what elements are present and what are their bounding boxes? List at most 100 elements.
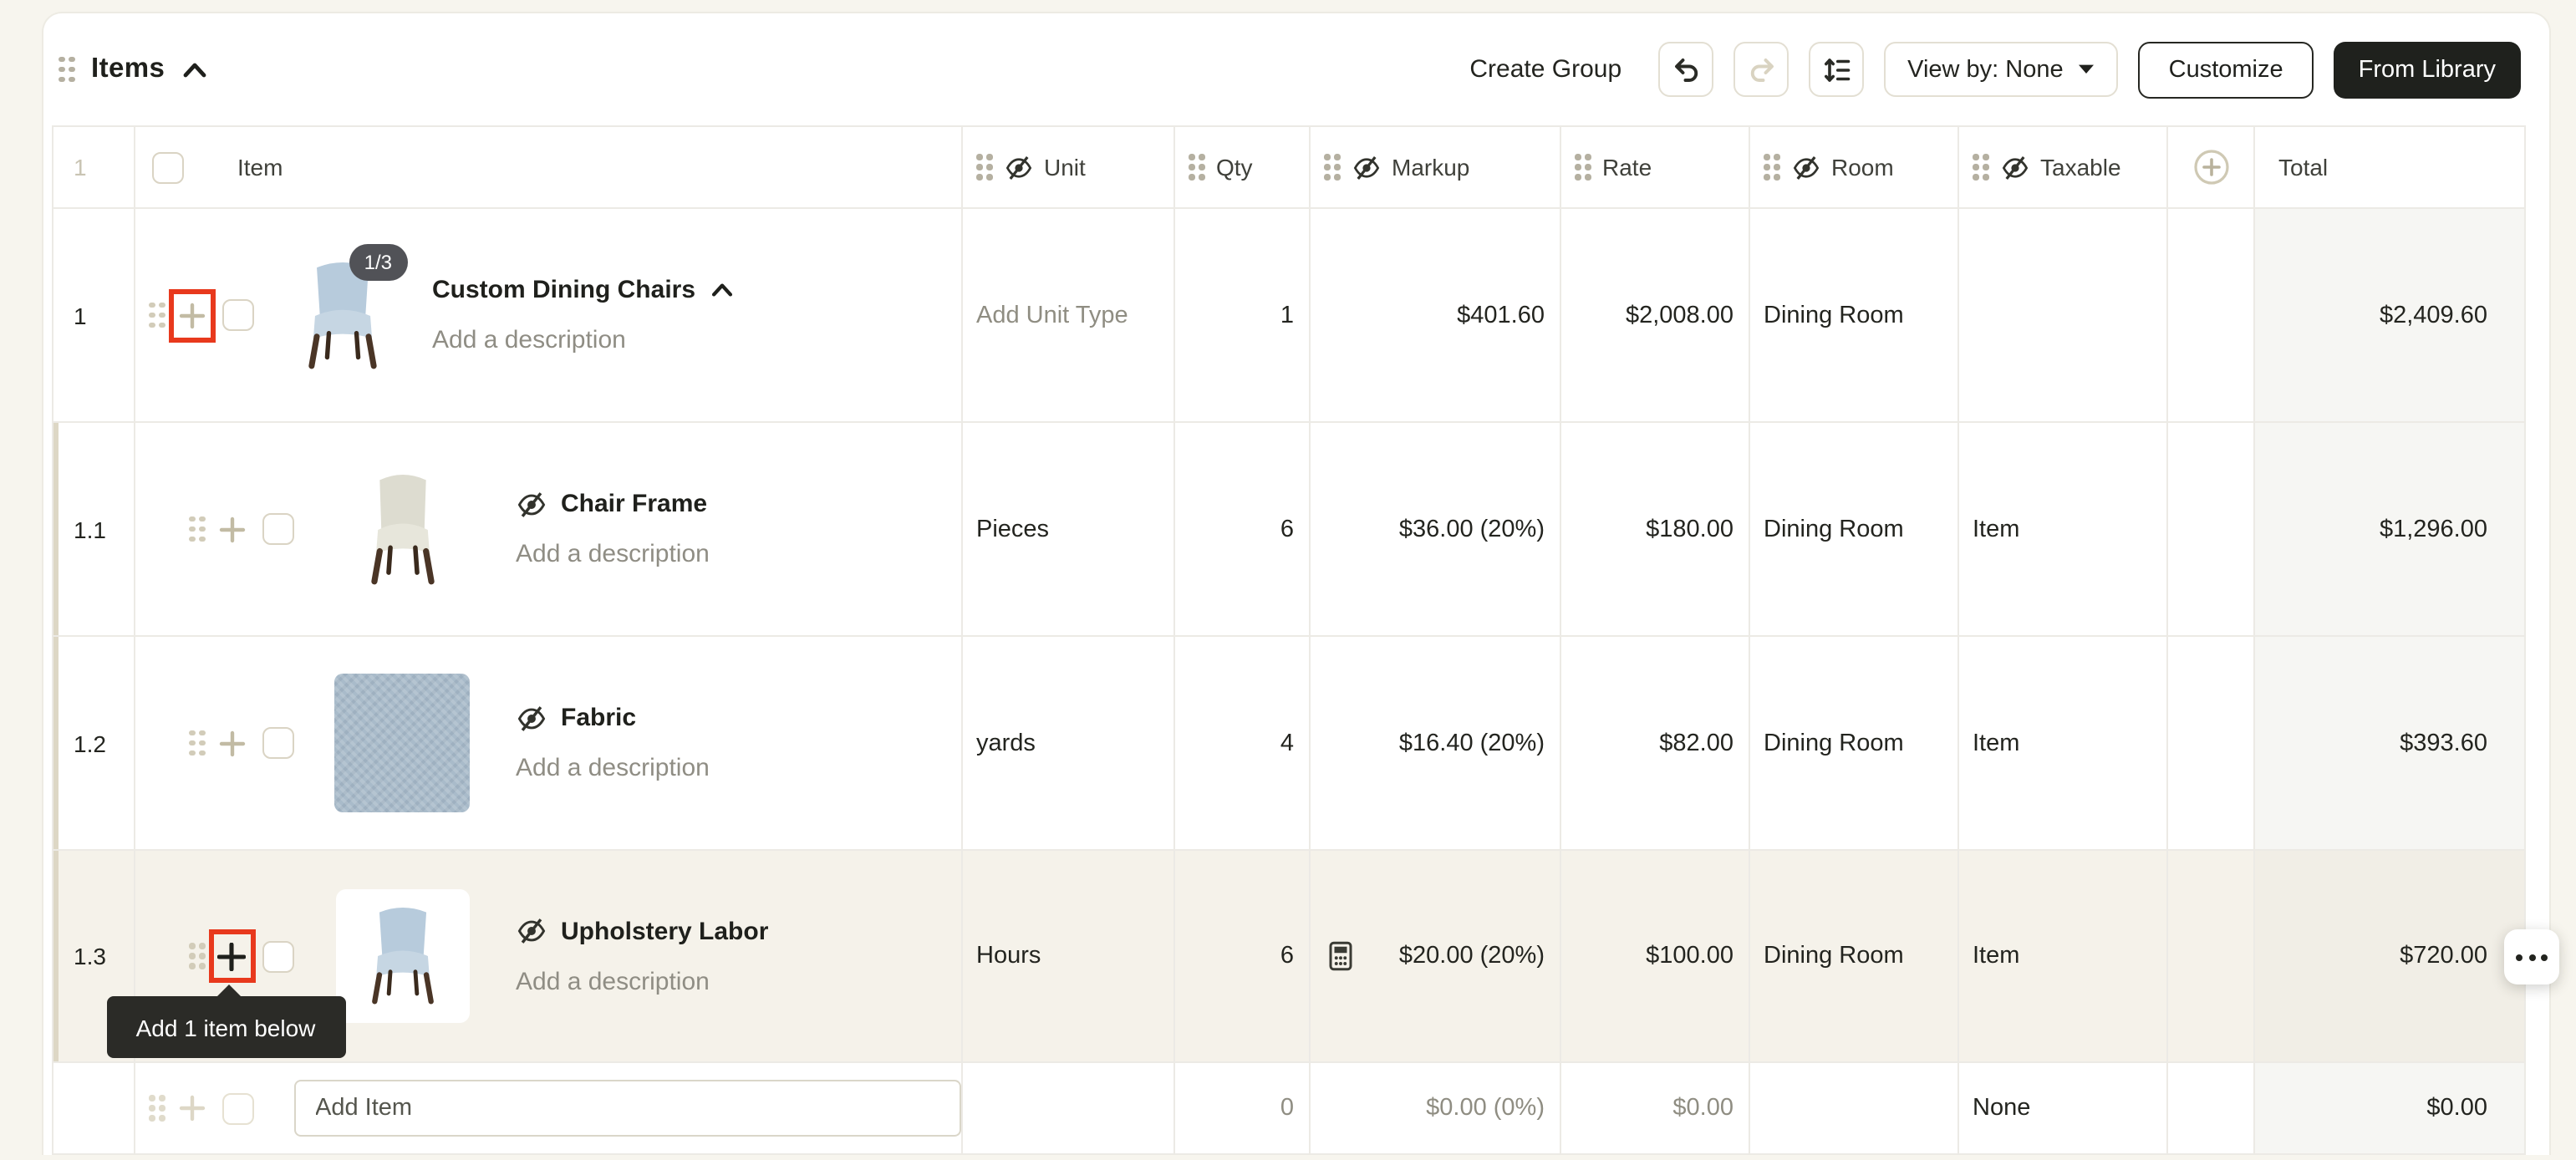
row-checkbox[interactable] [221, 299, 253, 331]
row-drag-handle[interactable] [149, 303, 165, 328]
item-title[interactable]: Fabric [561, 704, 636, 732]
undo-button[interactable] [1658, 42, 1713, 97]
redo-button [1733, 42, 1789, 97]
section-drag-handle[interactable] [59, 57, 74, 83]
room-cell[interactable]: Dining Room [1750, 637, 1959, 851]
qty-cell[interactable]: 0 [1175, 1063, 1311, 1155]
item-title[interactable]: Chair Frame [561, 490, 707, 518]
taxable-cell[interactable]: Item [1959, 851, 2168, 1063]
customize-button[interactable]: Customize [2139, 41, 2314, 98]
room-cell[interactable] [1750, 1063, 1959, 1155]
room-cell[interactable]: Dining Room [1750, 851, 1959, 1063]
view-by-dropdown[interactable]: View by: None [1884, 42, 2118, 97]
row-drag-handle[interactable] [189, 944, 205, 969]
add-column-icon [2192, 149, 2229, 186]
row-height-button[interactable] [1809, 42, 1864, 97]
item-title[interactable]: Upholstery Labor [561, 917, 768, 945]
column-drag-handle[interactable] [1973, 155, 1988, 181]
column-drag-handle[interactable] [976, 155, 992, 181]
total-cell: $720.00 [2255, 851, 2526, 1063]
header-room[interactable]: Room [1750, 125, 1959, 209]
header-rate-label: Rate [1602, 154, 1652, 181]
hidden-column-icon [1004, 155, 1032, 180]
redo-icon [1746, 54, 1776, 84]
add-item-input[interactable] [293, 1080, 961, 1137]
rate-cell[interactable]: $2,008.00 [1561, 209, 1750, 423]
markup-cell[interactable]: $36.00 (20%) [1311, 423, 1561, 637]
column-drag-handle[interactable] [1764, 155, 1779, 181]
item-image[interactable]: 1/3 [297, 262, 387, 369]
item-title[interactable]: Custom Dining Chairs [432, 276, 695, 304]
header-qty[interactable]: Qty [1175, 125, 1311, 209]
plus-icon [218, 516, 245, 542]
item-description-placeholder[interactable]: Add a description [516, 754, 710, 782]
image-card [335, 889, 469, 1023]
rate-cell[interactable]: $82.00 [1561, 637, 1750, 851]
collapse-subitems-icon[interactable] [710, 282, 734, 298]
item-image[interactable] [333, 674, 471, 812]
extra-cell [2168, 851, 2255, 1063]
row-checkbox[interactable] [262, 940, 293, 972]
unit-cell[interactable]: Add Unit Type [963, 209, 1175, 423]
markup-cell[interactable]: $16.40 (20%) [1311, 637, 1561, 851]
rate-cell[interactable]: $180.00 [1561, 423, 1750, 637]
row-number: 1 [52, 209, 135, 423]
markup-cell[interactable]: $401.60 [1311, 209, 1561, 423]
plus-icon [178, 1095, 205, 1122]
qty-cell[interactable]: 6 [1175, 423, 1311, 637]
create-group-button[interactable]: Create Group [1469, 55, 1621, 84]
row-drag-handle[interactable] [189, 730, 205, 756]
add-item-below-button[interactable]: Add 1 item below [216, 941, 247, 971]
taxable-cell[interactable]: None [1959, 1063, 2168, 1155]
row-drag-handle[interactable] [189, 516, 205, 542]
column-drag-handle[interactable] [1324, 155, 1340, 181]
add-item-below-button[interactable] [216, 514, 247, 544]
from-library-button[interactable]: From Library [2334, 41, 2521, 98]
select-all-checkbox[interactable] [152, 151, 184, 183]
unit-cell[interactable]: Pieces [963, 423, 1175, 637]
room-cell[interactable]: Dining Room [1750, 209, 1959, 423]
total-cell: $393.60 [2255, 637, 2526, 851]
column-drag-handle[interactable] [1575, 155, 1591, 181]
chair-image [360, 474, 444, 584]
unit-cell[interactable]: yards [963, 637, 1175, 851]
item-image[interactable] [333, 474, 471, 584]
qty-cell[interactable]: 6 [1175, 851, 1311, 1063]
rate-cell[interactable]: $100.00 [1561, 851, 1750, 1063]
add-item-below-button[interactable] [176, 300, 206, 330]
header-rate[interactable]: Rate [1561, 125, 1750, 209]
extra-cell [2168, 1063, 2255, 1155]
unit-cell[interactable] [963, 1063, 1175, 1155]
collapse-section-icon[interactable] [181, 61, 206, 78]
row-number [52, 1063, 135, 1155]
taxable-cell[interactable]: Item [1959, 423, 2168, 637]
chevron-down-icon [2079, 64, 2095, 75]
rate-cell[interactable]: $0.00 [1561, 1063, 1750, 1155]
total-cell: $2,409.60 [2255, 209, 2526, 423]
item-image[interactable] [333, 889, 471, 1023]
markup-cell[interactable]: $20.00 (20%) [1311, 851, 1561, 1063]
item-description-placeholder[interactable]: Add a description [432, 326, 734, 354]
unit-cell[interactable]: Hours [963, 851, 1175, 1063]
markup-cell[interactable]: $0.00 (0%) [1311, 1063, 1561, 1155]
calculator-icon[interactable] [1327, 941, 1354, 971]
items-header: Items Create Group View by: None Cu [43, 13, 2549, 125]
header-unit[interactable]: Unit [963, 125, 1175, 209]
row-more-actions-button[interactable] [2504, 929, 2559, 984]
total-cell: $1,296.00 [2255, 423, 2526, 637]
taxable-cell[interactable]: Item [1959, 637, 2168, 851]
item-description-placeholder[interactable]: Add a description [516, 967, 768, 995]
column-drag-handle[interactable] [1189, 155, 1204, 181]
qty-cell[interactable]: 4 [1175, 637, 1311, 851]
taxable-cell[interactable] [1959, 209, 2168, 423]
header-markup[interactable]: Markup [1311, 125, 1561, 209]
header-item-label: Item [237, 154, 283, 181]
row-checkbox[interactable] [262, 727, 293, 759]
add-item-below-button[interactable] [216, 728, 247, 758]
room-cell[interactable]: Dining Room [1750, 423, 1959, 637]
header-taxable[interactable]: Taxable [1959, 125, 2168, 209]
qty-cell[interactable]: 1 [1175, 209, 1311, 423]
header-add-column[interactable] [2168, 125, 2255, 209]
row-checkbox[interactable] [262, 513, 293, 545]
item-description-placeholder[interactable]: Add a description [516, 540, 710, 568]
